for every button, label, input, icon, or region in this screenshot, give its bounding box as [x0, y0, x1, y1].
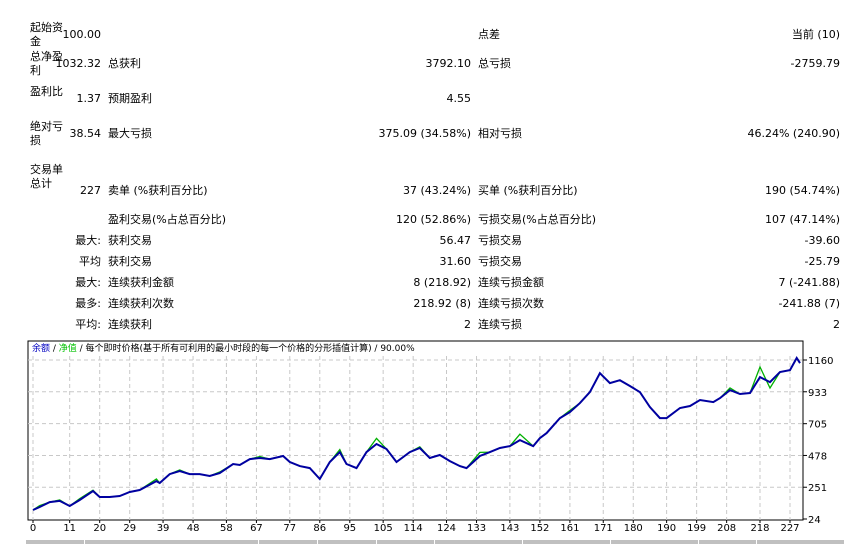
metric-value: 2	[833, 318, 840, 331]
y-tick-label: 24	[808, 515, 821, 526]
x-tick-label: 58	[220, 523, 233, 534]
balance-chart: 余额 / 净值 / 每个即时价格(基于所有可利用的最小时段的每一个价格的分形插值…	[27, 340, 833, 534]
metric-label: 盈利交易(%占总百分比)	[108, 213, 227, 226]
metric-label: 亏损交易	[478, 234, 522, 247]
x-tick-label: 86	[313, 523, 326, 534]
row-value: 227	[80, 184, 101, 197]
x-tick-label: 199	[687, 523, 706, 534]
x-tick-label: 190	[657, 523, 676, 534]
chart-legend: 余额 / 净值 / 每个即时价格(基于所有可利用的最小时段的每一个价格的分形插值…	[32, 342, 415, 354]
row-label: 交易单总计	[30, 163, 63, 190]
row-value: 1.37	[76, 92, 102, 105]
plot-frame	[27, 340, 804, 521]
metric-label: 亏损交易(%占总百分比)	[478, 213, 597, 226]
metric-label: 总亏损	[478, 57, 511, 70]
metric-value: 3792.10	[425, 57, 472, 70]
row-value: 最多:	[75, 297, 101, 310]
legend-equity: 净值	[59, 342, 77, 354]
metric-value: 37 (43.24%)	[402, 184, 471, 197]
metric-value: 4.55	[446, 92, 472, 105]
bottom-tab-strip	[26, 540, 844, 544]
x-tick-label: 133	[467, 523, 486, 534]
metric-label: 连续亏损次数	[478, 297, 544, 310]
metric-value: 7 (-241.88)	[778, 276, 840, 289]
metric-value: 46.24% (240.90)	[747, 127, 840, 140]
y-tick-label: 478	[808, 451, 827, 462]
x-tick-label: 124	[437, 523, 456, 534]
metric-label: 相对亏损	[478, 127, 522, 140]
metric-value: -39.60	[804, 234, 840, 247]
metric-value: 31.60	[439, 255, 472, 268]
x-tick-label: 143	[500, 523, 519, 534]
metric-label: 总获利	[108, 57, 141, 70]
x-tick-label: 0	[30, 523, 36, 534]
legend-balance: 余额	[32, 342, 50, 354]
y-tick-label: 705	[808, 420, 827, 431]
x-tick-label: 171	[594, 523, 613, 534]
x-tick-label: 114	[404, 523, 423, 534]
metric-value: -241.88 (7)	[778, 297, 840, 310]
metric-value: 190 (54.74%)	[764, 184, 840, 197]
row-value: 100.00	[62, 28, 102, 41]
x-tick-label: 67	[250, 523, 263, 534]
metric-value: 当前 (10)	[791, 28, 840, 41]
row-label: 绝对亏损	[30, 120, 63, 147]
metric-value: -25.79	[804, 255, 840, 268]
x-tick-label: 29	[123, 523, 136, 534]
metric-label: 连续获利	[108, 318, 152, 331]
x-tick-label: 20	[93, 523, 106, 534]
metric-label: 连续亏损金额	[478, 276, 544, 289]
metric-value: -2759.79	[790, 57, 840, 70]
metric-value: 120 (52.86%)	[395, 213, 471, 226]
metric-value: 56.47	[439, 234, 472, 247]
x-tick-label: 95	[343, 523, 356, 534]
row-value: 1032.32	[55, 57, 102, 70]
y-tick-label: 1160	[808, 356, 833, 367]
x-tick-label: 48	[187, 523, 200, 534]
x-tick-label: 152	[530, 523, 549, 534]
y-tick-label: 251	[808, 483, 827, 494]
x-tick-label: 208	[717, 523, 736, 534]
x-tick-label: 218	[750, 523, 769, 534]
x-tick-label: 180	[624, 523, 643, 534]
x-tick-label: 77	[283, 523, 296, 534]
row-value: 最大:	[75, 276, 101, 289]
metric-value: 8 (218.92)	[413, 276, 471, 289]
metric-label: 卖单 (%获利百分比)	[108, 184, 208, 197]
metric-label: 买单 (%获利百分比)	[478, 184, 578, 197]
metric-label: 获利交易	[108, 234, 152, 247]
row-label: 盈利比	[30, 85, 63, 98]
row-value: 平均	[79, 255, 101, 268]
x-tick-label: 161	[560, 523, 579, 534]
metric-value: 107 (47.14%)	[764, 213, 840, 226]
metric-label: 点差	[478, 28, 500, 41]
metric-value: 375.09 (34.58%)	[378, 127, 471, 140]
metric-label: 最大亏损	[108, 127, 152, 140]
y-tick-label: 933	[808, 388, 827, 399]
legend-description: / 每个即时价格(基于所有可利用的最小时段的每一个价格的分形插值计算) / 90…	[77, 342, 415, 354]
metric-value: 2	[464, 318, 471, 331]
row-value: 最大:	[75, 234, 101, 247]
metric-label: 亏损交易	[478, 255, 522, 268]
metric-label: 预期盈利	[108, 92, 152, 105]
metric-label: 连续获利次数	[108, 297, 174, 310]
x-tick-label: 227	[780, 523, 799, 534]
metric-label: 获利交易	[108, 255, 152, 268]
metric-value: 218.92 (8)	[413, 297, 471, 310]
row-value: 平均:	[75, 318, 101, 331]
row-value: 38.54	[69, 127, 102, 140]
metric-label: 连续获利金额	[108, 276, 174, 289]
x-tick-label: 39	[157, 523, 170, 534]
x-tick-label: 105	[374, 523, 393, 534]
metric-label: 连续亏损	[478, 318, 522, 331]
x-tick-label: 11	[63, 523, 76, 534]
